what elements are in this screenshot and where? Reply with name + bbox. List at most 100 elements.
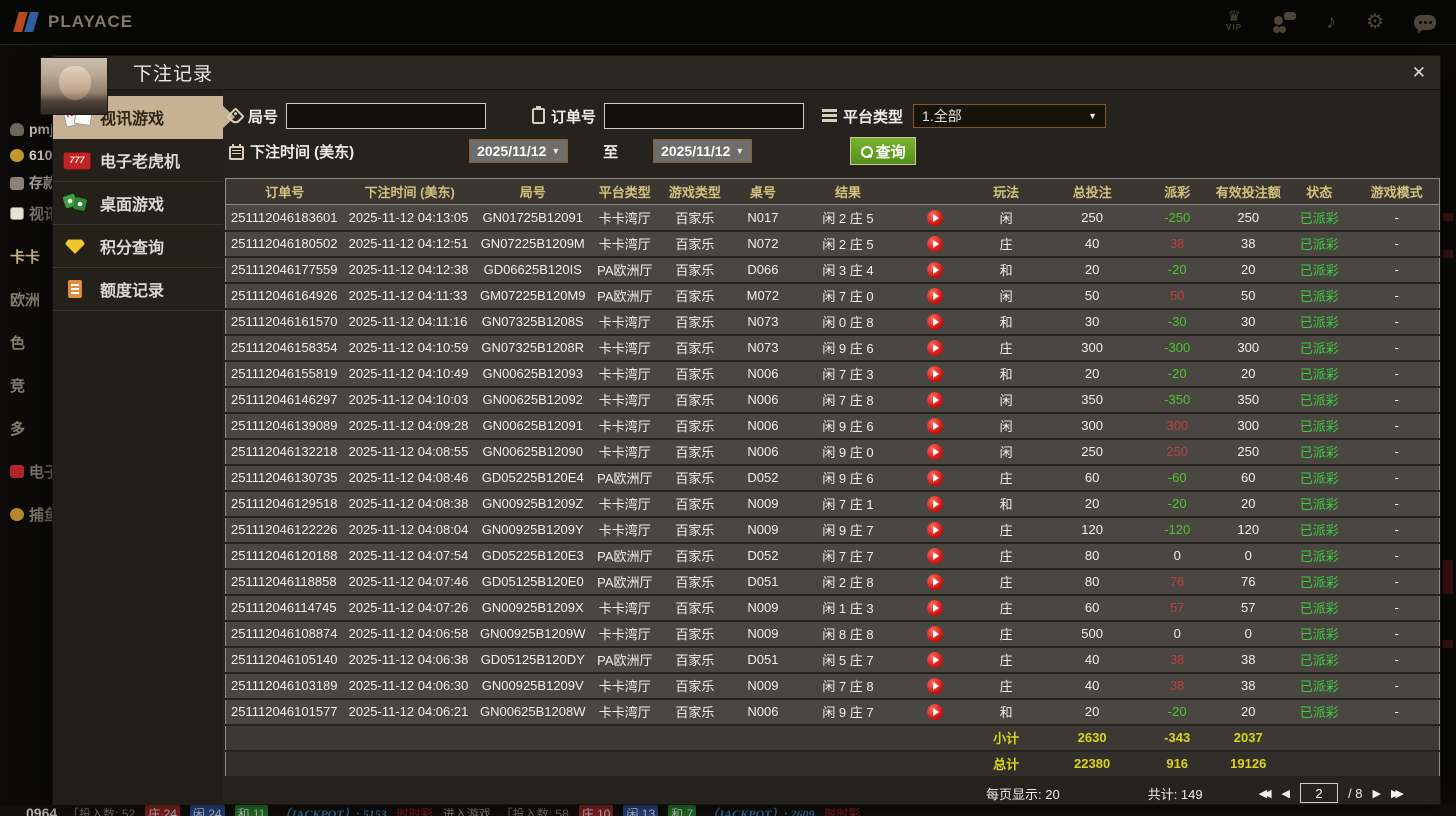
cell-bet-type: 闲 (970, 438, 1043, 466)
cell-game-mode: - (1354, 594, 1440, 622)
cell-platform: PA欧洲厅 (589, 542, 660, 570)
cell-replay (900, 334, 971, 362)
replay-play-icon[interactable] (927, 547, 944, 564)
cell-round-id: GN00625B12090 (475, 438, 590, 466)
cell-payout: 0 (1142, 620, 1213, 648)
replay-play-icon[interactable] (927, 495, 944, 512)
replay-play-icon[interactable] (927, 261, 944, 278)
sidebar-item-slots[interactable]: 电子老虎机 (53, 139, 223, 182)
cell-platform: 卡卡湾厅 (589, 490, 660, 518)
cell-bet-type: 和 (970, 308, 1043, 336)
cell-game-type: 百家乐 (659, 308, 730, 336)
cell-bet-time: 2025-11-12 04:13:05 (343, 204, 476, 232)
subtotal-label: 小计 (970, 724, 1043, 752)
cell-status: 已派彩 (1284, 568, 1355, 596)
replay-play-icon[interactable] (927, 209, 944, 226)
cell-platform: 卡卡湾厅 (589, 594, 660, 622)
vip-icon[interactable]: ♛ VIP (1226, 9, 1242, 33)
query-button[interactable]: 查询 (850, 137, 917, 165)
replay-play-icon[interactable] (927, 313, 944, 330)
cell-table-no: D051 (729, 646, 796, 674)
table-row: 251112046158354 2025-11-12 04:10:59 GN07… (225, 334, 1440, 362)
replay-play-icon[interactable] (927, 417, 944, 434)
cell-replay (900, 620, 971, 648)
cell-valid-bet: 38 (1212, 646, 1285, 674)
cell-table-no: N009 (729, 594, 796, 622)
chat-bubble-icon[interactable] (1414, 14, 1436, 34)
cell-round-id: GD06625B120IS (475, 256, 590, 284)
cell-bet-time: 2025-11-12 04:08:38 (343, 490, 476, 518)
to-label: 至 (603, 143, 619, 161)
cell-platform: PA欧洲厅 (589, 568, 660, 596)
page-number-input[interactable] (1300, 783, 1338, 803)
table-row: 251112046108874 2025-11-12 04:06:58 GN00… (225, 620, 1440, 648)
platform-select[interactable]: 1.全部 ▼ (913, 104, 1107, 128)
cell-bet-type: 闲 (970, 204, 1043, 232)
next-page-icon[interactable]: ▶ (1372, 787, 1380, 800)
replay-play-icon[interactable] (927, 599, 944, 616)
cell-valid-bet: 20 (1212, 698, 1285, 726)
table-row: 251112046180502 2025-11-12 04:12:51 GN07… (225, 230, 1440, 258)
replay-play-icon[interactable] (927, 365, 944, 382)
sidebar-item-points-query[interactable]: 积分查询 (53, 225, 223, 268)
cell-game-mode: - (1354, 542, 1440, 570)
cell-status: 已派彩 (1284, 490, 1355, 518)
order-input[interactable] (604, 103, 805, 129)
cell-platform: 卡卡湾厅 (589, 412, 660, 440)
first-page-icon[interactable]: ◀◀ (1259, 787, 1272, 800)
replay-play-icon[interactable] (927, 339, 944, 356)
replay-play-icon[interactable] (927, 625, 944, 642)
cell-game-type: 百家乐 (659, 334, 730, 362)
close-icon[interactable]: ✕ (1412, 63, 1426, 83)
cell-game-mode: - (1354, 490, 1440, 518)
brand-logo-icon (14, 10, 40, 34)
cell-result: 闲 7 庄 7 (795, 542, 900, 570)
cell-bet-time: 2025-11-12 04:10:49 (343, 360, 476, 388)
prev-page-icon[interactable]: ◀ (1282, 787, 1290, 800)
last-page-icon[interactable]: ▶▶ (1391, 787, 1404, 800)
date-from-select[interactable]: 2025/11/12 ▼ (469, 139, 569, 163)
cell-result: 闲 2 庄 8 (795, 568, 900, 596)
cell-round-id: GD05125B120E0 (475, 568, 590, 596)
cell-payout: -120 (1142, 516, 1213, 544)
replay-play-icon[interactable] (927, 677, 944, 694)
round-input[interactable] (286, 103, 487, 129)
replay-play-icon[interactable] (927, 235, 944, 252)
cell-game-type: 百家乐 (659, 516, 730, 544)
replay-play-icon[interactable] (927, 443, 944, 460)
replay-play-icon[interactable] (927, 703, 944, 720)
replay-play-icon[interactable] (927, 573, 944, 590)
cell-game-type: 百家乐 (659, 438, 730, 466)
music-icon[interactable]: ♪ (1326, 12, 1336, 32)
cell-platform: PA欧洲厅 (589, 256, 660, 284)
cell-platform: 卡卡湾厅 (589, 230, 660, 258)
brand-logo[interactable]: PLAYACE (14, 10, 133, 34)
customer-service-icon[interactable] (1272, 12, 1297, 32)
cell-round-id: GD05225B120E3 (475, 542, 590, 570)
cell-table-no: N006 (729, 438, 796, 466)
total-row: 总计 22380 916 19126 (225, 750, 1440, 778)
cell-valid-bet: 60 (1212, 464, 1285, 492)
settings-gear-icon[interactable]: ⚙ (1366, 12, 1384, 32)
replay-play-icon[interactable] (927, 469, 944, 486)
cell-status: 已派彩 (1284, 464, 1355, 492)
replay-play-icon[interactable] (927, 651, 944, 668)
cell-table-no: N017 (729, 204, 796, 232)
cell-bet-time: 2025-11-12 04:11:16 (343, 308, 476, 336)
sidebar-item-quota-records[interactable]: 额度记录 (53, 268, 223, 311)
replay-play-icon[interactable] (927, 391, 944, 408)
cell-order-id: 251112046132218 (225, 438, 344, 466)
date-to-select[interactable]: 2025/11/12 ▼ (653, 139, 753, 163)
cell-round-id: GN00625B12093 (475, 360, 590, 388)
cell-game-mode: - (1354, 256, 1440, 284)
cell-table-no: D052 (729, 542, 796, 570)
cell-valid-bet: 250 (1212, 438, 1285, 466)
cell-game-mode: - (1354, 230, 1440, 258)
replay-play-icon[interactable] (927, 287, 944, 304)
cell-replay (900, 386, 971, 414)
cell-valid-bet: 38 (1212, 672, 1285, 700)
cell-game-type: 百家乐 (659, 204, 730, 232)
replay-play-icon[interactable] (927, 521, 944, 538)
cell-valid-bet: 300 (1212, 334, 1285, 362)
sidebar-item-table-games[interactable]: 桌面游戏 (53, 182, 223, 225)
